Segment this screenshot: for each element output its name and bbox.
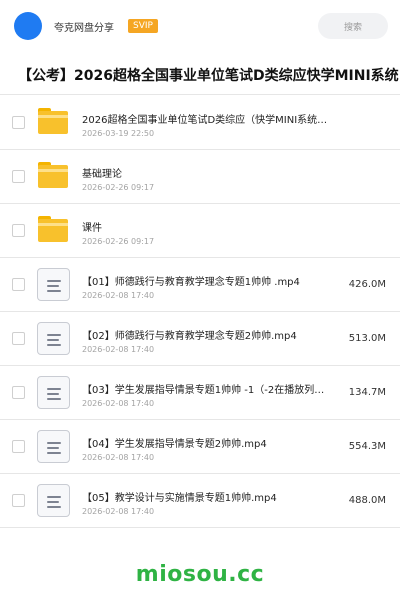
watermark-text: miosou.cc [135, 562, 265, 587]
folder-icon [38, 108, 68, 134]
list-item[interactable]: 2026超格全国事业单位笔试D类综应（快学MINI系统课） 2026-03-19… [0, 96, 400, 150]
app-root: 夸克网盘分享 SVIP 搜索 【公考】2026超格全国事业单位笔试D类综应快学M… [0, 0, 400, 600]
file-name: 基础理论 [82, 169, 122, 180]
file-date: 2026-03-19 22:50 [82, 129, 155, 138]
file-name: 【04】学生发展指导情景专题2帅帅.mp4 [82, 439, 267, 450]
file-date: 2026-02-08 17:40 [82, 291, 155, 300]
file-date: 2026-02-08 17:40 [82, 399, 155, 408]
search-placeholder: 搜索 [343, 22, 362, 33]
select-checkbox[interactable] [12, 332, 25, 345]
video-file-icon [37, 322, 70, 355]
file-name: 【05】教学设计与实施情景专题1帅帅.mp4 [82, 493, 277, 504]
video-file-icon [37, 376, 70, 409]
file-size: 513.0M [348, 333, 386, 344]
file-date: 2026-02-26 09:17 [82, 183, 155, 192]
list-item[interactable]: 【04】学生发展指导情景专题2帅帅.mp4 2026-02-08 17:40 5… [0, 420, 400, 474]
file-date: 2026-02-26 09:17 [82, 237, 155, 246]
file-size: 554.3M [348, 441, 386, 452]
file-date: 2026-02-08 17:40 [82, 507, 155, 516]
svip-badge: SVIP [128, 19, 158, 33]
search-input[interactable]: 搜索 [318, 13, 388, 39]
user-name[interactable]: 夸克网盘分享 [54, 19, 114, 34]
file-size: 488.0M [348, 495, 386, 506]
file-name: 课件 [82, 223, 102, 234]
file-size: 134.7M [348, 387, 386, 398]
select-checkbox[interactable] [12, 224, 25, 237]
file-list: 2026超格全国事业单位笔试D类综应（快学MINI系统课） 2026-03-19… [0, 96, 400, 528]
file-name: 【02】师德践行与教育教学理念专题2帅帅.mp4 [82, 331, 297, 342]
file-date: 2026-02-08 17:40 [82, 453, 155, 462]
file-name: 【03】学生发展指导情景专题1帅帅 -1（-2在播放列表）.mp4 [82, 385, 334, 396]
video-file-icon [37, 430, 70, 463]
select-checkbox[interactable] [12, 116, 25, 129]
header: 夸克网盘分享 SVIP 搜索 [0, 0, 400, 52]
file-size: 426.0M [348, 279, 386, 290]
file-date: 2026-02-08 17:40 [82, 345, 155, 354]
list-item[interactable]: 【02】师德践行与教育教学理念专题2帅帅.mp4 2026-02-08 17:4… [0, 312, 400, 366]
folder-icon [38, 162, 68, 188]
list-item[interactable]: 课件 2026-02-26 09:17 [0, 204, 400, 258]
folder-icon [38, 216, 68, 242]
select-checkbox[interactable] [12, 386, 25, 399]
select-checkbox[interactable] [12, 170, 25, 183]
list-item[interactable]: 【05】教学设计与实施情景专题1帅帅.mp4 2026-02-08 17:40 … [0, 474, 400, 528]
file-name: 2026超格全国事业单位笔试D类综应（快学MINI系统课） [82, 115, 334, 126]
video-file-icon [37, 484, 70, 517]
list-item[interactable]: 【03】学生发展指导情景专题1帅帅 -1（-2在播放列表）.mp4 2026-0… [0, 366, 400, 420]
avatar[interactable] [14, 12, 42, 40]
select-checkbox[interactable] [12, 494, 25, 507]
select-checkbox[interactable] [12, 440, 25, 453]
video-file-icon [37, 268, 70, 301]
list-item[interactable]: 基础理论 2026-02-26 09:17 [0, 150, 400, 204]
folder-title: 【公考】2026超格全国事业单位笔试D类综应快学MINI系统 [0, 55, 400, 95]
list-item[interactable]: 【01】师德践行与教育教学理念专题1帅帅 .mp4 2026-02-08 17:… [0, 258, 400, 312]
select-checkbox[interactable] [12, 278, 25, 291]
file-name: 【01】师德践行与教育教学理念专题1帅帅 .mp4 [82, 277, 300, 288]
